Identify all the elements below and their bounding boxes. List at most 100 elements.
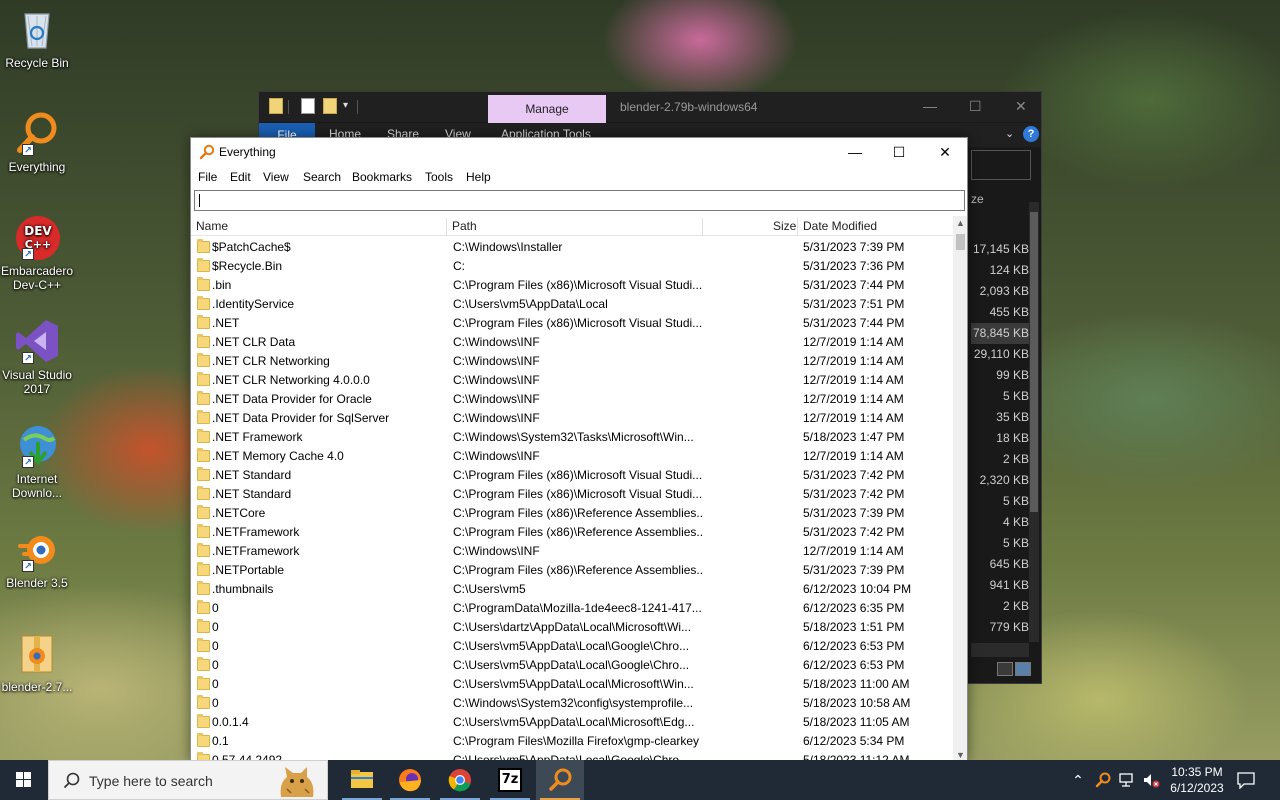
result-row[interactable]: .NET Framework C:\Windows\System32\Tasks\… [191,428,953,447]
result-row[interactable]: 0.1 C:\Program Files\Mozilla Firefox\gmp-… [191,732,953,751]
size-cell: 941 KB [989,578,1029,592]
taskbar-file-explorer[interactable] [338,760,386,800]
folder-icon [197,600,210,614]
column-header-size[interactable]: Size [773,216,796,236]
result-row[interactable]: 0.0.1.4 C:\Users\vm5\AppData\Local\Micros… [191,713,953,732]
column-divider[interactable] [702,218,703,236]
scrollbar-thumb[interactable] [956,234,965,250]
result-row[interactable]: .NETFramework C:\Program Files (x86)\Refe… [191,523,953,542]
show-hidden-icons-chevron-icon[interactable]: ⌃ [1069,771,1087,789]
scroll-up-icon[interactable]: ▲ [953,216,967,231]
desktop-icon-recycle-bin[interactable]: Recycle Bin [0,6,74,70]
search-input[interactable] [194,190,965,211]
explorer-titlebar[interactable]: ▾ Manage blender-2.79b-windows64 — ☐ ✕ [259,92,1041,123]
maximize-icon[interactable]: ☐ [969,98,982,115]
result-date-modified: 5/31/2023 7:42 PM [803,487,905,501]
result-path: C:\Program Files (x86)\Reference Assembl… [453,506,703,520]
explorer-vertical-scrollbar[interactable] [1029,202,1039,642]
menu-view[interactable]: View [263,170,289,184]
desktop-icon-blender[interactable]: ↗ Blender 3.5 [0,526,74,590]
taskbar-7zip[interactable]: 7z [486,760,534,800]
result-path: C:\Users\vm5\AppData\Local\Google\Chro..… [453,658,690,672]
taskbar-chrome[interactable] [436,760,484,800]
result-row[interactable]: .IdentityService C:\Users\vm5\AppData\Loc… [191,295,953,314]
desktop-icon-blender-archive[interactable]: blender-2.7... [0,630,74,694]
taskbar-search-box[interactable]: Type here to search [48,760,328,800]
help-icon[interactable]: ? [1023,126,1039,142]
result-row[interactable]: 0 C:\ProgramData\Mozilla-1de4eec8-1241-41… [191,599,953,618]
large-icons-view-icon[interactable] [1015,662,1031,676]
result-row[interactable]: .NET C:\Program Files (x86)\Microsoft Vis… [191,314,953,333]
explorer-horizontal-scrollbar[interactable] [971,643,1029,657]
menu-search[interactable]: Search [303,170,341,184]
result-row[interactable]: .bin C:\Program Files (x86)\Microsoft Vis… [191,276,953,295]
size-column-header[interactable]: ze [971,192,984,206]
result-row[interactable]: 0 C:\Users\vm5\AppData\Local\Microsoft\Wi… [191,675,953,694]
notification-center-button[interactable] [1236,771,1256,790]
folder-icon [197,543,210,557]
volume-muted-icon[interactable] [1142,771,1160,789]
result-row[interactable]: .NET CLR Data C:\Windows\INF 12/7/2019 1:1… [191,333,953,352]
desktop-icon-everything[interactable]: ↗ Everything [0,110,74,174]
result-row[interactable]: .NETCore C:\Program Files (x86)\Reference… [191,504,953,523]
network-icon[interactable] [1118,771,1136,789]
details-view-icon[interactable] [997,662,1013,676]
result-row[interactable]: .NETPortable C:\Program Files (x86)\Refer… [191,561,953,580]
properties-icon[interactable] [301,98,315,114]
menu-edit[interactable]: Edit [230,170,251,184]
column-header-path[interactable]: Path [452,216,477,236]
desktop-icon-devcpp[interactable]: DEV C++ ↗ Embarcadero Dev-C++ [0,214,74,292]
everything-window[interactable]: Everything — ☐ ✕ File Edit View Search B… [190,137,968,762]
result-row[interactable]: .NET Data Provider for Oracle C:\Windows\… [191,390,953,409]
size-cell: 35 KB [996,410,1029,424]
result-row[interactable]: .NET CLR Networking C:\Windows\INF 12/7/20… [191,352,953,371]
chevron-down-icon[interactable]: ⌄ [1005,127,1014,140]
result-date-modified: 5/31/2023 7:39 PM [803,240,905,254]
everything-titlebar[interactable]: Everything — ☐ ✕ [191,138,967,167]
result-row[interactable]: 0 C:\Users\vm5\AppData\Local\Google\Chro.… [191,637,953,656]
customize-toolbar-icon[interactable]: ▾ [343,100,348,111]
new-folder-icon[interactable] [323,98,337,114]
column-divider[interactable] [446,218,447,236]
result-date-modified: 6/12/2023 6:53 PM [803,658,905,672]
column-divider[interactable] [797,218,798,236]
menu-file[interactable]: File [198,170,217,184]
start-button[interactable] [0,760,48,800]
result-row[interactable]: 0 C:\Windows\System32\config\systemprofil… [191,694,953,713]
result-row[interactable]: $PatchCache$ C:\Windows\Installer 5/31/202… [191,238,953,257]
result-row[interactable]: .NET CLR Networking 4.0.0.0 C:\Windows\IN… [191,371,953,390]
results-vertical-scrollbar[interactable]: ▲ ▼ [953,216,967,761]
explorer-search-box[interactable] [971,150,1031,180]
desktop-icon-internet-download-manager[interactable]: ↗ Internet Downlo... [0,422,74,500]
minimize-icon[interactable]: — [832,138,878,167]
scrollbar-thumb[interactable] [1030,212,1038,512]
close-icon[interactable]: ✕ [922,138,967,167]
result-row[interactable]: .NETFramework C:\Windows\INF 12/7/2019 1:1… [191,542,953,561]
result-row[interactable]: .NET Standard C:\Program Files (x86)\Micr… [191,485,953,504]
result-path: C:\Users\vm5\AppData\Local\Microsoft\Win… [453,677,694,691]
maximize-icon[interactable]: ☐ [876,138,922,167]
result-row[interactable]: $Recycle.Bin C: 5/31/2023 7:36 PM [191,257,953,276]
taskbar-firefox[interactable] [386,760,434,800]
menu-tools[interactable]: Tools [425,170,453,184]
folder-icon [197,657,210,671]
internet-download-manager-icon: ↗ [14,422,60,468]
result-row[interactable]: 0 C:\Users\vm5\AppData\Local\Google\Chro.… [191,656,953,675]
result-name: $PatchCache$ [212,240,291,254]
menu-help[interactable]: Help [466,170,491,184]
column-header-date-modified[interactable]: Date Modified [803,216,877,236]
desktop-icon-visual-studio[interactable]: ↗ Visual Studio 2017 [0,318,74,396]
result-row[interactable]: .NET Standard C:\Program Files (x86)\Micr… [191,466,953,485]
minimize-icon[interactable]: — [923,98,937,114]
result-row[interactable]: 0 C:\Users\dartz\AppData\Local\Microsoft\… [191,618,953,637]
taskbar-clock[interactable]: 10:35 PM 6/12/2023 [1162,764,1232,796]
manage-tab[interactable]: Manage [488,95,606,123]
taskbar-everything[interactable] [536,760,584,800]
close-icon[interactable]: ✕ [1015,98,1027,115]
result-row[interactable]: .NET Memory Cache 4.0 C:\Windows\INF 12/7/… [191,447,953,466]
result-row[interactable]: .thumbnails C:\Users\vm5 6/12/2023 10:04 P… [191,580,953,599]
result-row[interactable]: .NET Data Provider for SqlServer C:\Windo… [191,409,953,428]
column-header-name[interactable]: Name [196,216,228,236]
menu-bookmarks[interactable]: Bookmarks [352,170,412,184]
everything-tray-icon[interactable] [1094,771,1112,789]
